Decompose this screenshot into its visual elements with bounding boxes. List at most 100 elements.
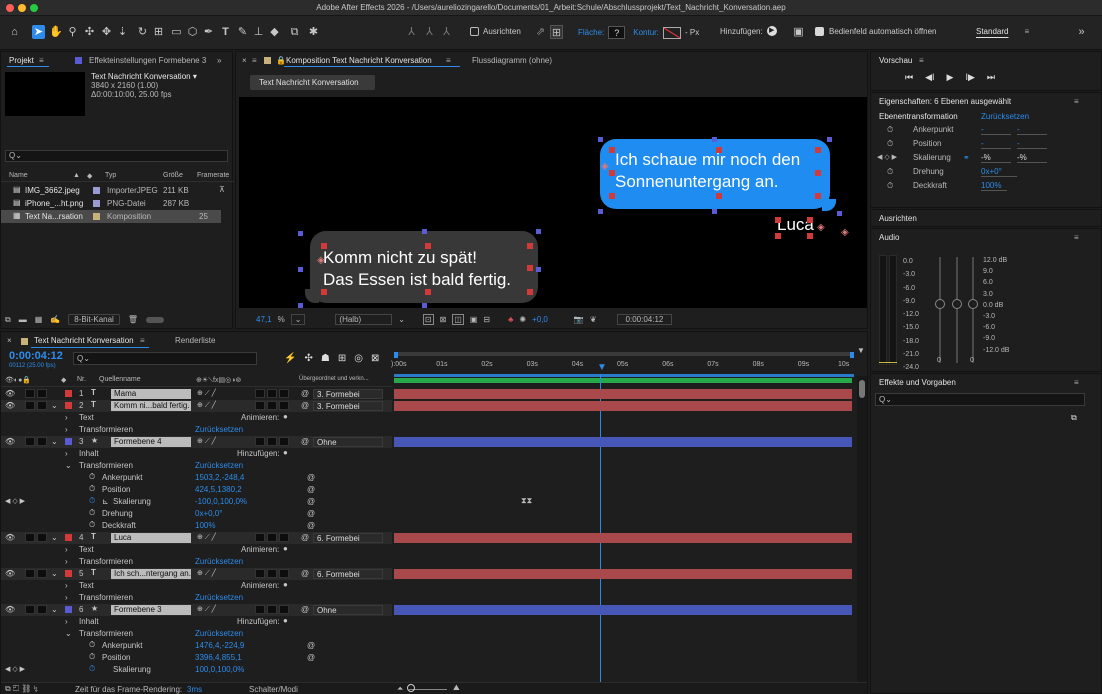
selection-handle[interactable] [298, 303, 303, 308]
label-swatch[interactable] [65, 570, 72, 577]
text-handle[interactable] [527, 243, 533, 249]
layer-name[interactable]: Ich sch...ntergang an. [111, 569, 191, 579]
text-handle[interactable] [775, 217, 781, 223]
table-row[interactable]: ⏱ Ankerpunkt 1503,2,-248,4 @ [1, 472, 392, 484]
world-axis-icon[interactable]: ⅄ [423, 25, 436, 39]
stopwatch-icon[interactable]: ⏱ [89, 484, 95, 494]
opacity-value[interactable]: 100% [195, 521, 215, 530]
expand-chevron-icon[interactable]: › [65, 449, 68, 458]
add-circle-icon[interactable]: ▶ [766, 26, 777, 36]
layer-switches[interactable]: ⊕ ⟋ ╱ [197, 569, 216, 578]
puppet-pin-tool-icon[interactable]: ✱ [307, 25, 320, 39]
color-channels-icon[interactable]: ♣ [508, 315, 513, 324]
volume-slider-right[interactable] [968, 299, 978, 309]
selection-handle[interactable] [598, 209, 603, 214]
zoom-value[interactable]: 47,1 [256, 315, 272, 324]
time-ruler[interactable]: ):00s 01s 02s 03s 04s 05s 06s 07s 08s 09s 10s [391, 350, 856, 386]
col-parent[interactable]: Übergeordnet und verkn... [299, 376, 369, 382]
rotate-tool-icon[interactable]: ↻ [136, 25, 149, 39]
expression-icon[interactable]: @ [307, 521, 315, 530]
table-row[interactable]: ⏱ Position 3396,4,855,1 @ [1, 652, 392, 664]
volume-slider-left[interactable] [935, 299, 945, 309]
layer-name[interactable]: Luca [111, 533, 191, 543]
reset-link[interactable]: Zurücksetzen [195, 461, 243, 470]
stopwatch-icon[interactable]: ⏱ [887, 125, 893, 135]
opacity-value[interactable]: 100% [981, 181, 1007, 191]
selection-handle[interactable] [422, 229, 427, 234]
text-handle[interactable] [815, 170, 821, 176]
parent-dropdown[interactable]: Ohne [313, 437, 383, 447]
expand-chevron-icon[interactable]: ⌄ [65, 629, 72, 638]
text-handle[interactable] [775, 233, 781, 239]
label-col-icon[interactable]: ◆ [61, 376, 66, 384]
expand-chevron-icon[interactable]: › [65, 581, 68, 590]
anchor-point-icon[interactable]: ◈ [841, 227, 849, 238]
expand-chevron-icon[interactable]: › [65, 557, 68, 566]
scale-value[interactable]: 100,0,100,0% [195, 665, 244, 674]
pickwhip-icon[interactable]: @ [301, 533, 309, 542]
reset-link[interactable]: Zurücksetzen [981, 112, 1029, 121]
text-handle[interactable] [321, 289, 327, 295]
expand-chevron-icon[interactable]: › [65, 413, 68, 422]
text-handle[interactable] [527, 289, 533, 295]
next-frame-icon[interactable]: I▶ [965, 72, 974, 83]
anchor-point-icon[interactable]: ◈ [601, 161, 609, 172]
motion-blur-icon[interactable]: ◎ [354, 353, 363, 364]
label-swatch[interactable] [93, 213, 100, 220]
mask-visibility-icon[interactable]: ◫ [452, 314, 464, 325]
parent-dropdown[interactable]: 3. Formebei [313, 389, 383, 399]
table-row[interactable]: › Transformieren Zurücksetzen [1, 592, 392, 604]
col-name[interactable]: Name [9, 172, 28, 179]
label-swatch[interactable] [65, 438, 72, 445]
viewer-timecode[interactable]: 0:00:04:12 [616, 314, 673, 325]
tab-flowchart[interactable]: Flussdiagramm (ohne) [472, 56, 552, 65]
region-interest-icon[interactable]: ▣ [470, 315, 478, 324]
rotation-value[interactable]: 0x+0,0° [195, 509, 222, 518]
close-timeline-icon[interactable]: × [7, 336, 12, 345]
thumbnail-toggle[interactable] [145, 316, 164, 323]
visibility-eye-icon[interactable]: 👁 [5, 605, 15, 614]
col-size[interactable]: Größe [163, 172, 183, 179]
parent-dropdown[interactable]: 6. Formebei [313, 533, 383, 543]
tab-composition[interactable]: Komposition Text Nachricht Konversation [286, 56, 432, 65]
selection-handle[interactable] [837, 211, 842, 216]
label-swatch[interactable] [65, 402, 72, 409]
layer-switches[interactable]: ⊕ ⟋ ╱ [197, 401, 216, 410]
text-handle[interactable] [807, 217, 813, 223]
expression-icon[interactable]: @ [307, 641, 315, 650]
expand-chevron-icon[interactable]: › [65, 425, 68, 434]
table-row[interactable]: 👁 ⌄ 4 T Luca ⊕ ⟋ ╱ @ 6. Formebei [1, 532, 392, 544]
new-comp-icon[interactable]: ▦ [35, 315, 43, 324]
table-row[interactable]: ⏱ Drehung 0x+0,0° @ [1, 508, 392, 520]
table-row[interactable]: › Text Animieren: ● [1, 412, 392, 424]
position-y[interactable]: - [1017, 139, 1047, 149]
table-row[interactable]: ◀ ◇ ▶ ⏱ ⊾ Skalierung -100,0,100,0% @ [1, 496, 392, 508]
table-row[interactable]: ⏱ Position 424,5,1380,2 @ [1, 484, 392, 496]
rotation-value[interactable]: 0x+0° [981, 167, 1017, 177]
exposure-icon[interactable]: ✺ [519, 315, 526, 324]
stopwatch-icon[interactable]: ⏱ [887, 181, 893, 191]
position-x[interactable]: - [981, 139, 1011, 149]
pickwhip-icon[interactable]: @ [301, 605, 309, 614]
first-frame-icon[interactable]: ⏮ [905, 72, 913, 83]
pan-tool-icon[interactable]: ✥ [100, 25, 113, 39]
transparency-grid-icon[interactable]: ⊠ [440, 315, 447, 324]
adjust-icon[interactable]: ✍ [50, 315, 60, 324]
visibility-eye-icon[interactable]: 👁 [5, 389, 15, 398]
home-icon[interactable]: ⌂ [8, 25, 21, 39]
position-value[interactable]: 424,5,1380,2 [195, 485, 242, 494]
layer-bar[interactable] [394, 533, 852, 543]
play-icon[interactable]: ▶ [947, 72, 954, 83]
col-type[interactable]: Typ [105, 172, 116, 179]
layer-switches[interactable]: ⊕ ⟋ ╱ [197, 389, 216, 398]
composition-viewer[interactable]: Ich schaue mir noch den Sonnenuntergang … [239, 97, 867, 308]
workspace-menu-icon[interactable]: ≡ [1024, 27, 1029, 36]
table-row[interactable]: › Inhalt Hinzufügen: ● [1, 448, 392, 460]
table-row[interactable]: 👁 ⌄ 6 ★ Formebene 3 ⊕ ⟋ ╱ @ Ohne [1, 604, 392, 616]
stroke-width[interactable]: - Px [685, 28, 699, 37]
stopwatch-icon[interactable]: ⏱ [89, 472, 95, 482]
pickwhip-icon[interactable]: @ [301, 569, 309, 578]
expand-chevron-icon[interactable]: › [65, 593, 68, 602]
table-row[interactable]: › Transformieren Zurücksetzen [1, 556, 392, 568]
reset-link[interactable]: Zurücksetzen [195, 557, 243, 566]
